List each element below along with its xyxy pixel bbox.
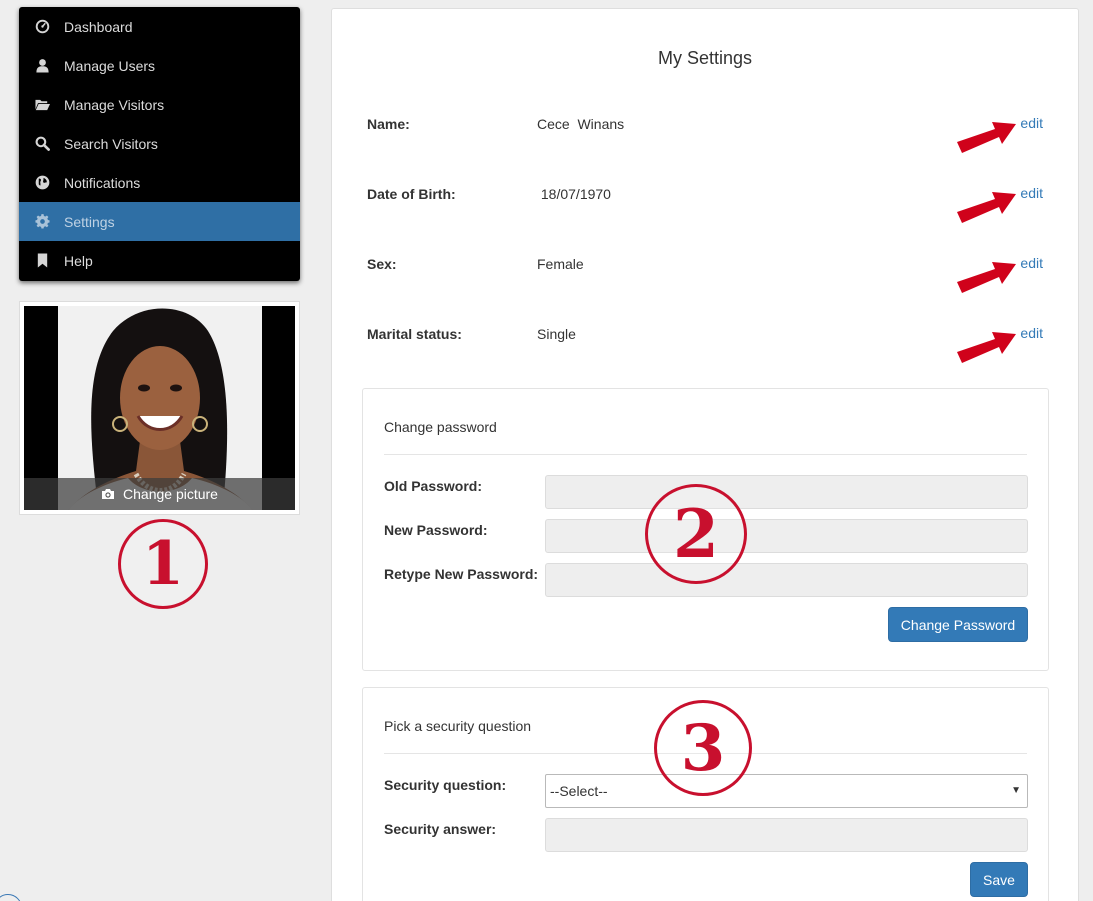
edit-name-link[interactable]: edit xyxy=(1020,115,1043,131)
sidebar-item-notifications[interactable]: Notifications xyxy=(19,163,300,202)
user-icon xyxy=(34,58,50,74)
sidebar-item-label: Help xyxy=(64,252,93,269)
old-password-label: Old Password: xyxy=(384,478,483,494)
selected-option: --Select-- xyxy=(550,783,608,799)
setting-value: Single xyxy=(537,326,576,342)
setting-label: Name: xyxy=(367,116,410,132)
gear-icon xyxy=(34,214,50,230)
sidebar-item-label: Manage Users xyxy=(64,57,156,74)
dashboard-icon xyxy=(34,19,50,35)
security-question-select[interactable]: --Select-- ▼ xyxy=(545,774,1028,808)
sidebar-item-label: Settings xyxy=(64,213,115,230)
sidebar-item-label: Dashboard xyxy=(64,18,133,35)
edit-date-of-birth-link[interactable]: edit xyxy=(1020,185,1043,201)
annotation-circle-2: 2 xyxy=(645,484,747,584)
setting-value: Female xyxy=(537,256,584,272)
divider xyxy=(384,454,1027,455)
annotation-arrow-icon xyxy=(957,262,1016,293)
new-password-label: New Password: xyxy=(384,522,488,538)
setting-label: Marital status: xyxy=(367,326,462,342)
page-title: My Settings xyxy=(657,48,753,68)
setting-value: 18/07/1970 xyxy=(537,186,611,202)
folder-open-icon xyxy=(34,97,50,113)
setting-value: Cece Winans xyxy=(537,116,625,132)
sidebar-item-manage-users[interactable]: Manage Users xyxy=(19,46,300,85)
profile-picture: Change picture xyxy=(24,306,295,510)
sidebar-item-manage-visitors[interactable]: Manage Visitors xyxy=(19,85,300,124)
annotation-number: 3 xyxy=(680,710,726,786)
edit-sex-link[interactable]: edit xyxy=(1020,255,1043,271)
setting-row-sex: Sex: Female edit xyxy=(367,255,1043,293)
annotation-circle-1: 1 xyxy=(118,519,208,609)
annotation-arrow-icon xyxy=(957,332,1016,363)
edit-marital-status-link[interactable]: edit xyxy=(1020,325,1043,341)
sidebar-item-dashboard[interactable]: Dashboard xyxy=(19,7,300,46)
annotation-arrow-icon xyxy=(957,122,1016,153)
sidebar-item-label: Notifications xyxy=(64,174,141,191)
profile-picture-card: Change picture xyxy=(19,301,300,515)
search-icon xyxy=(34,136,50,152)
sidebar-item-search-visitors[interactable]: Search Visitors xyxy=(19,124,300,163)
security-answer-label: Security answer: xyxy=(384,821,497,837)
annotation-circle-3: 3 xyxy=(654,700,752,796)
save-button[interactable]: Save xyxy=(970,862,1028,897)
annotation-arrow-icon xyxy=(957,192,1016,223)
retype-password-input[interactable] xyxy=(545,563,1028,597)
security-answer-input[interactable] xyxy=(545,818,1028,852)
change-picture-label: Change picture xyxy=(123,486,218,502)
panel-title: Pick a security question xyxy=(384,718,532,734)
caret-down-icon: ▼ xyxy=(1011,785,1021,796)
annotation-number: 1 xyxy=(142,529,184,599)
new-password-input[interactable] xyxy=(545,519,1028,553)
bookmark-icon xyxy=(34,253,50,269)
globe-icon xyxy=(34,175,50,191)
camera-icon xyxy=(102,489,115,499)
retype-password-label: Retype New Password: xyxy=(384,566,539,582)
sidebar-item-label: Manage Visitors xyxy=(64,96,165,113)
sidebar-item-help[interactable]: Help xyxy=(19,241,300,280)
setting-label: Date of Birth: xyxy=(367,186,456,202)
security-question-label: Security question: xyxy=(384,777,507,793)
setting-row-name: Name: Cece Winans edit xyxy=(367,115,1043,153)
setting-label: Sex: xyxy=(367,256,397,272)
panel-title: Change password xyxy=(384,419,497,435)
corner-widget xyxy=(0,894,22,901)
sidebar-nav: Dashboard Manage Users Manage Visitors S… xyxy=(19,7,300,281)
old-password-input[interactable] xyxy=(545,475,1028,509)
sidebar-item-label: Search Visitors xyxy=(64,135,158,152)
sidebar-item-settings[interactable]: Settings xyxy=(19,202,300,241)
setting-row-date-of-birth: Date of Birth: 18/07/1970 edit xyxy=(367,185,1043,223)
setting-row-marital-status: Marital status: Single edit xyxy=(367,325,1043,363)
annotation-number: 2 xyxy=(673,495,719,573)
change-password-button[interactable]: Change Password xyxy=(888,607,1028,642)
change-picture-button[interactable]: Change picture xyxy=(24,478,295,510)
